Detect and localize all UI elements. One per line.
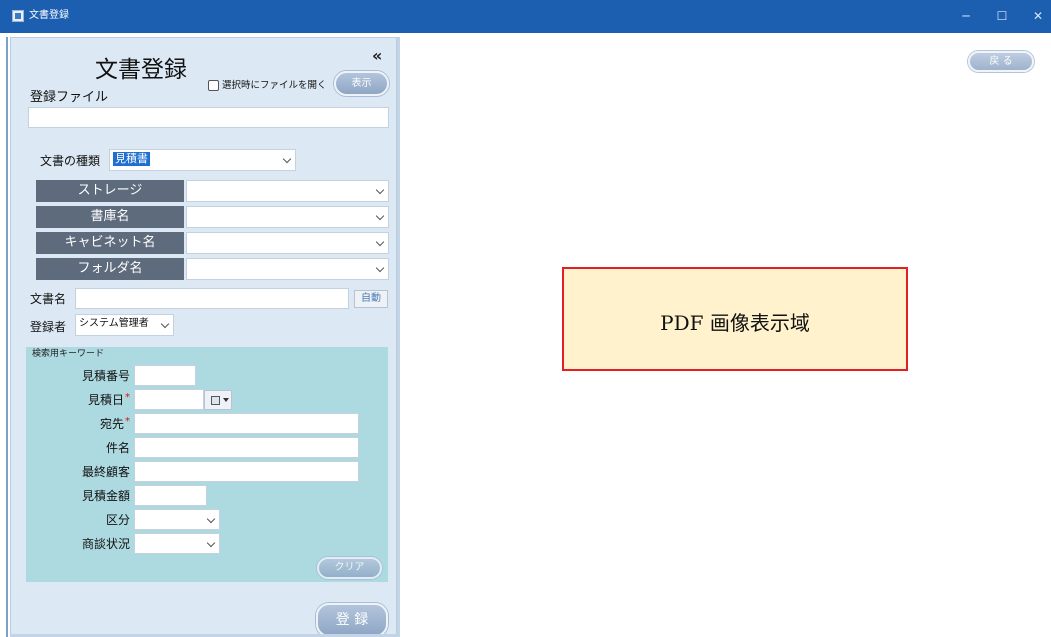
open-on-select-label: 選択時にファイルを開く — [222, 80, 327, 91]
keyword-section-title: 検索用キーワード — [32, 349, 105, 359]
estimate-amount-label-text: 見積金額 — [81, 489, 130, 503]
negotiation-status-label-text: 商談状況 — [81, 537, 130, 551]
required-mark: * — [125, 392, 130, 403]
chevron-down-icon — [375, 185, 385, 195]
window-title: 文書登録 — [29, 10, 69, 21]
document-registration-window: 文書登録 ─ ☐ ✕ 文書登録 « 選択時にファイルを開く 表示 登録ファイル … — [0, 0, 1051, 637]
destination-label-text: 宛先 — [99, 417, 124, 431]
subject-label: 件名 — [0, 441, 130, 456]
back-button[interactable]: 戻 る — [968, 51, 1034, 72]
doc-type-select[interactable]: 見積書 — [109, 149, 296, 171]
estimate-amount-label: 見積金額 — [0, 489, 130, 504]
subject-label-text: 件名 — [105, 441, 130, 455]
doc-name-label: 文書名 — [30, 292, 67, 306]
negotiation-status-label: 商談状況 — [0, 537, 130, 552]
estimate-date-label: 見積日* — [0, 392, 130, 409]
chevron-down-icon — [375, 237, 385, 247]
cabinet-label: キャビネット名 — [36, 232, 184, 254]
doc-type-label: 文書の種類 — [40, 154, 101, 168]
chevron-down-icon — [375, 263, 385, 273]
doc-name-field[interactable] — [75, 288, 349, 309]
library-label: 書庫名 — [36, 206, 184, 228]
library-select[interactable] — [186, 206, 389, 228]
estimate-no-label-text: 見積番号 — [81, 369, 130, 383]
registrant-select[interactable]: システム管理者 — [75, 314, 174, 336]
negotiation-status-select[interactable] — [134, 533, 220, 554]
open-on-select-checkbox[interactable] — [208, 80, 219, 91]
chevron-down-icon — [375, 211, 385, 221]
storage-select[interactable] — [186, 180, 389, 202]
pdf-preview-area: PDF 画像表示域 — [562, 267, 908, 371]
registrant-value: システム管理者 — [79, 318, 149, 329]
subject-field[interactable] — [134, 437, 359, 458]
folder-label: フォルダ名 — [36, 258, 184, 280]
panel-splitter[interactable] — [397, 37, 400, 637]
final-customer-label: 最終顧客 — [0, 465, 130, 480]
chevron-down-icon — [206, 538, 216, 547]
register-button[interactable]: 登 録 — [316, 603, 388, 637]
pdf-placeholder-text: PDF 画像表示域 — [660, 311, 810, 335]
calendar-icon — [211, 396, 220, 405]
category-select[interactable] — [134, 509, 220, 530]
page-title: 文書登録 — [95, 57, 187, 83]
chevron-down-icon — [282, 154, 292, 164]
doc-type-value: 見積書 — [113, 152, 150, 166]
storage-label: ストレージ — [36, 180, 184, 202]
folder-select[interactable] — [186, 258, 389, 280]
final-customer-field[interactable] — [134, 461, 359, 482]
estimate-date-field[interactable] — [134, 389, 204, 410]
maximize-button[interactable]: ☐ — [990, 6, 1014, 26]
estimate-no-field[interactable] — [134, 365, 196, 386]
cabinet-select[interactable] — [186, 232, 389, 254]
required-mark: * — [125, 416, 130, 427]
estimate-date-label-text: 見積日 — [87, 393, 124, 407]
register-file-label: 登録ファイル — [30, 90, 109, 105]
show-button[interactable]: 表示 — [334, 71, 389, 96]
register-file-field[interactable] — [28, 107, 389, 128]
registrant-label: 登録者 — [30, 320, 67, 334]
dropdown-arrow-icon — [223, 398, 229, 402]
chevron-down-icon — [206, 514, 216, 523]
clear-button[interactable]: クリア — [317, 557, 382, 579]
minimize-button[interactable]: ─ — [954, 6, 978, 26]
close-button[interactable]: ✕ — [1026, 6, 1050, 26]
calendar-dropdown-button[interactable] — [204, 390, 232, 410]
collapse-panel-icon[interactable]: « — [372, 48, 382, 64]
category-label-text: 区分 — [105, 513, 130, 527]
estimate-no-label: 見積番号 — [0, 369, 130, 384]
final-customer-label-text: 最終顧客 — [81, 465, 130, 479]
destination-field[interactable] — [134, 413, 359, 434]
app-icon — [12, 10, 24, 22]
estimate-amount-field[interactable] — [134, 485, 207, 506]
title-bar: 文書登録 ─ ☐ ✕ — [0, 0, 1051, 33]
auto-name-button[interactable]: 自動 — [354, 290, 388, 308]
chevron-down-icon — [160, 319, 170, 329]
destination-label: 宛先* — [0, 416, 130, 433]
category-label: 区分 — [0, 513, 130, 528]
